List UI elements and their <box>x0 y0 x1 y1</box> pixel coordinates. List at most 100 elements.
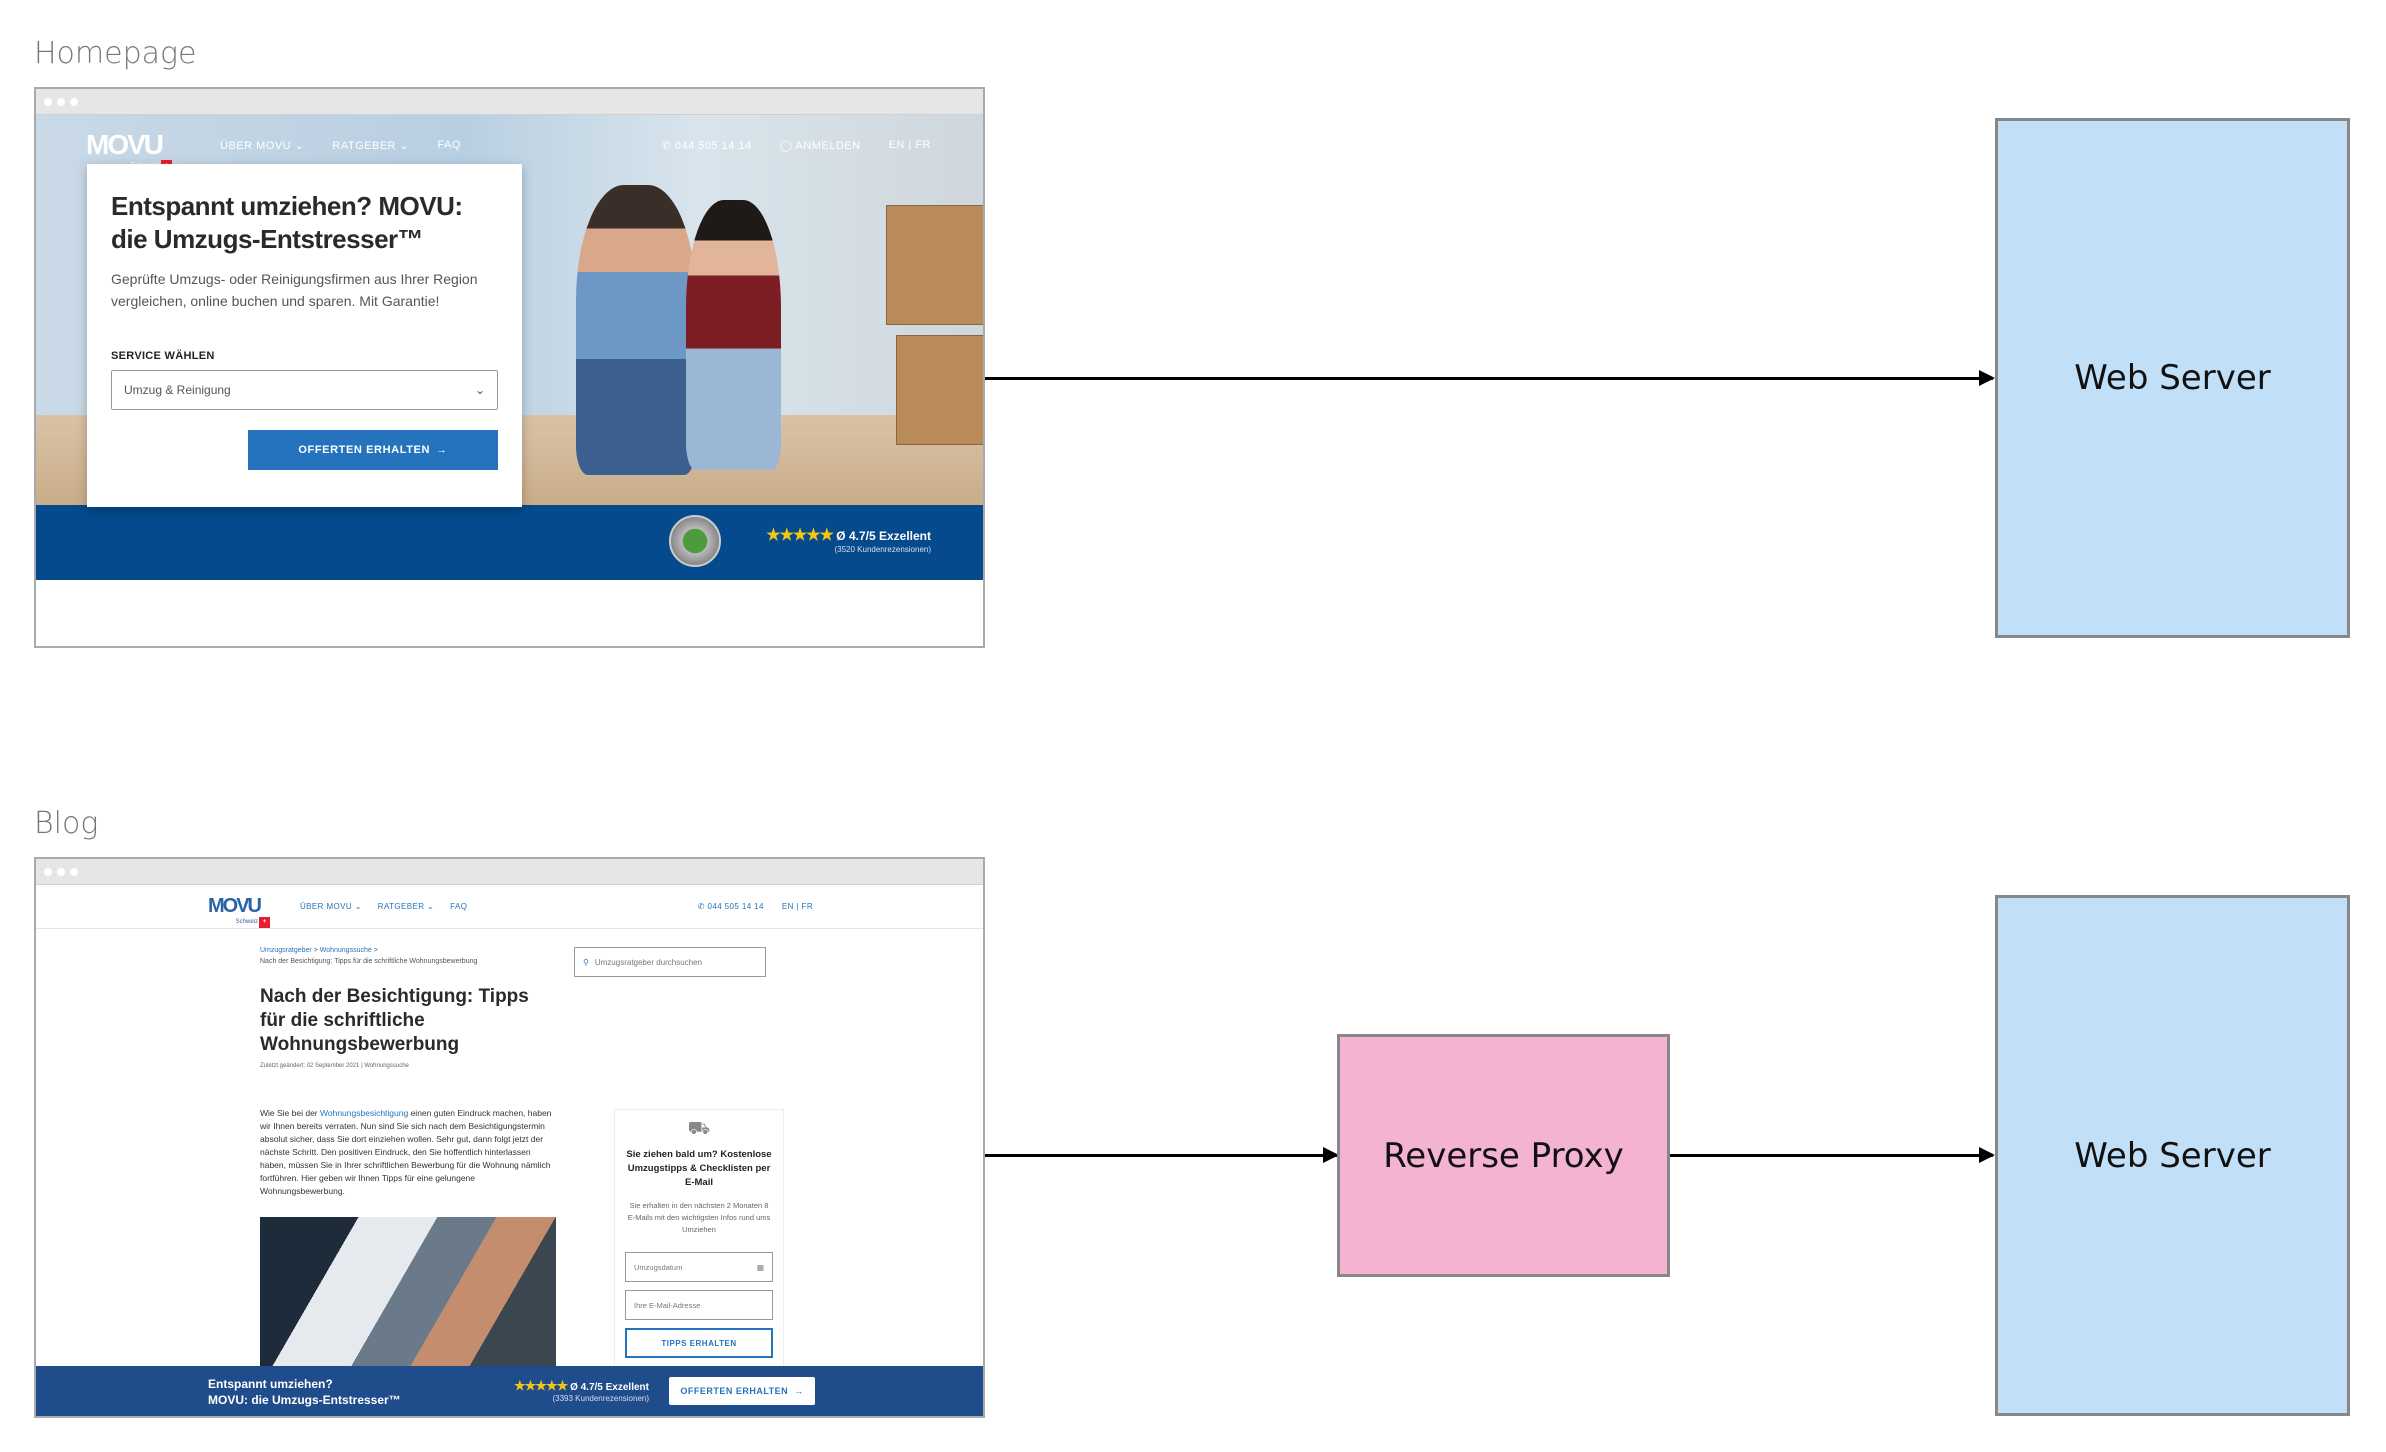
phone-link[interactable]: ✆ 044 505 14 14 <box>662 139 752 152</box>
get-tips-button[interactable]: TIPPS ERHALTEN <box>625 1328 773 1358</box>
breadcrumb-link[interactable]: Umzugsratgeber <box>260 947 312 954</box>
arrow-right-icon: → <box>794 1386 804 1396</box>
nav-label: ÜBER MOVU <box>300 902 353 911</box>
button-label: OFFERTEN ERHALTEN <box>298 444 430 456</box>
nav-faq[interactable]: FAQ <box>450 902 467 911</box>
phone-icon: ✆ <box>697 902 705 911</box>
node-label: Web Server <box>2074 358 2271 398</box>
button-label: OFFERTEN ERHALTEN <box>680 1386 789 1396</box>
arrow-proxy-to-webserver <box>1670 1147 1995 1163</box>
nav-ratgeber[interactable]: RATGEBER ⌄ <box>378 902 434 911</box>
login-link[interactable]: ◯ ANMELDEN <box>780 139 861 152</box>
stars-icon: ★★★★★ <box>514 1378 568 1393</box>
footer-line: MOVU: die Umzugs-Entstresser™ <box>208 1393 401 1407</box>
logo-text: MOVU <box>86 129 164 160</box>
article-meta: Zuletzt geändert: 02 September 2021 | Wo… <box>260 1063 409 1069</box>
service-value: Umzug & Reinigung <box>124 383 231 397</box>
move-date-input[interactable]: Umzugsdatum ▦ <box>625 1252 773 1282</box>
email-input[interactable]: Ihre E-Mail-Adresse <box>625 1290 773 1320</box>
article-image-laptop <box>260 1217 556 1387</box>
rating-score: Ø 4.7/5 Exzellent <box>836 529 931 543</box>
movu-logo[interactable]: MOVUSchweiz <box>208 895 262 925</box>
article-title: Nach der Besichtigung: Tipps für die sch… <box>260 986 529 1055</box>
nav-label: RATGEBER <box>332 139 397 152</box>
moving-box <box>886 205 983 325</box>
chevron-down-icon: ⌄ <box>474 383 485 397</box>
article-intro: Wie Sie bei der Wohnungsbesichtigung ein… <box>260 1107 555 1198</box>
chevron-down-icon: ⌄ <box>399 139 410 152</box>
review-count: (3520 Kundenrezensionen) <box>834 545 931 554</box>
phone-link[interactable]: ✆ 044 505 14 14 <box>698 902 764 911</box>
homepage-screenshot: MOVUSchweiz ÜBER MOVU ⌄ RATGEBER ⌄ FAQ ✆… <box>34 87 985 648</box>
nav-label: RATGEBER <box>377 902 425 911</box>
login-label: ANMELDEN <box>795 139 861 152</box>
hero-photo-man <box>576 185 696 475</box>
blog-nav: MOVUSchweiz ÜBER MOVU ⌄ RATGEBER ⌄ FAQ ✆… <box>36 885 983 929</box>
window-dot <box>70 97 78 106</box>
hero-title: Entspannt umziehen? MOVU: die Umzugs-Ent… <box>111 191 463 254</box>
sticky-footer: Entspannt umziehen? MOVU: die Umzugs-Ents… <box>36 1366 983 1416</box>
email-placeholder: Ihre E-Mail-Adresse <box>634 1300 701 1310</box>
browser-titlebar <box>36 859 983 885</box>
get-offers-button[interactable]: OFFERTEN ERHALTEN → <box>669 1377 815 1405</box>
blog-label: Blog <box>34 806 99 841</box>
browser-titlebar <box>36 89 983 115</box>
rating-summary: ★★★★★ Ø 4.7/5 Exzellent (3393 Kundenreze… <box>514 1378 649 1403</box>
logo-text: MOVU <box>208 895 262 917</box>
language-switch[interactable]: EN | FR <box>782 902 813 911</box>
service-select[interactable]: Umzug & Reinigung ⌄ <box>111 370 498 410</box>
intro-text: einen guten Eindruck machen, haben wir I… <box>260 1108 552 1196</box>
nav-ueber-movu[interactable]: ÜBER MOVU ⌄ <box>300 902 362 911</box>
calendar-icon: ▦ <box>756 1262 764 1272</box>
homepage-label: Homepage <box>34 36 197 71</box>
service-label: SERVICE WÄHLEN <box>111 350 215 362</box>
footer-line: Entspannt umziehen? <box>208 1377 333 1391</box>
nav-ueber-movu[interactable]: ÜBER MOVU ⌄ <box>220 139 304 152</box>
nav-faq[interactable]: FAQ <box>437 139 461 151</box>
logo-sub: Schweiz <box>236 917 270 928</box>
window-dot <box>57 867 65 876</box>
nav-label: ÜBER MOVU <box>220 139 292 152</box>
rating-summary: ★★★★★ Ø 4.7/5 Exzellent (3520 Kundenreze… <box>766 525 931 554</box>
phone-number: 044 505 14 14 <box>707 902 764 911</box>
arrow-homepage-to-webserver <box>985 370 1995 386</box>
search-placeholder: Umzugsratgeber durchsuchen <box>594 957 703 967</box>
language-switch[interactable]: EN | FR <box>889 139 931 151</box>
breadcrumb-link[interactable]: Wohnungssuche <box>320 947 372 954</box>
chevron-down-icon: ⌄ <box>427 902 435 911</box>
node-label: Web Server <box>2074 1135 2271 1176</box>
web-server-node: Web Server <box>1995 895 2350 1416</box>
arrow-right-icon: → <box>436 444 448 456</box>
chevron-down-icon: ⌄ <box>354 902 362 911</box>
phone-icon: ✆ <box>661 139 672 152</box>
review-count: (3393 Kundenrezensionen) <box>552 1394 649 1403</box>
phone-number: 044 505 14 14 <box>674 139 752 152</box>
blog-screenshot: MOVUSchweiz ÜBER MOVU ⌄ RATGEBER ⌄ FAQ ✆… <box>34 857 985 1418</box>
movu-logo[interactable]: MOVUSchweiz <box>86 129 164 170</box>
newsletter-box: ⛟ Sie ziehen bald um? Kostenlose Umzugst… <box>614 1109 784 1379</box>
nav-ratgeber[interactable]: RATGEBER ⌄ <box>332 139 409 152</box>
chevron-down-icon: ⌄ <box>294 139 305 152</box>
ekomi-seal-icon <box>669 515 721 567</box>
stars-icon: ★★★★★ <box>766 527 834 544</box>
moving-box <box>896 335 983 445</box>
search-input[interactable]: ⚲ Umzugsratgeber durchsuchen <box>574 947 766 977</box>
wohnungsbesichtigung-link[interactable]: Wohnungsbesichtigung <box>320 1108 408 1118</box>
newsletter-text: Sie erhalten in den nächsten 2 Monaten 8… <box>627 1201 771 1234</box>
arrow-blog-to-proxy <box>985 1147 1339 1163</box>
window-dot <box>57 97 65 106</box>
breadcrumb-current: Nach der Besichtigung: Tipps für die sch… <box>260 958 478 965</box>
rating-band: ★★★★★ Ø 4.7/5 Exzellent (3520 Kundenreze… <box>36 505 983 580</box>
footer-tagline: Entspannt umziehen? MOVU: die Umzugs-Ents… <box>208 1376 401 1408</box>
hero-text: Geprüfte Umzugs- oder Reinigungsfirmen a… <box>111 271 478 309</box>
window-dot <box>70 867 78 876</box>
search-icon: ⚲ <box>583 957 589 967</box>
truck-icon: ⛟ <box>687 1118 711 1138</box>
breadcrumb: Umzugsratgeber > Wohnungssuche > Nach de… <box>260 947 478 965</box>
newsletter-title: Sie ziehen bald um? Kostenlose Umzugstip… <box>626 1149 772 1188</box>
date-placeholder: Umzugsdatum <box>634 1262 683 1272</box>
window-dot <box>44 867 52 876</box>
get-offers-button[interactable]: OFFERTEN ERHALTEN → <box>248 430 498 470</box>
hero-card: Entspannt umziehen? MOVU: die Umzugs-Ent… <box>87 164 522 507</box>
node-label: Reverse Proxy <box>1383 1135 1624 1176</box>
